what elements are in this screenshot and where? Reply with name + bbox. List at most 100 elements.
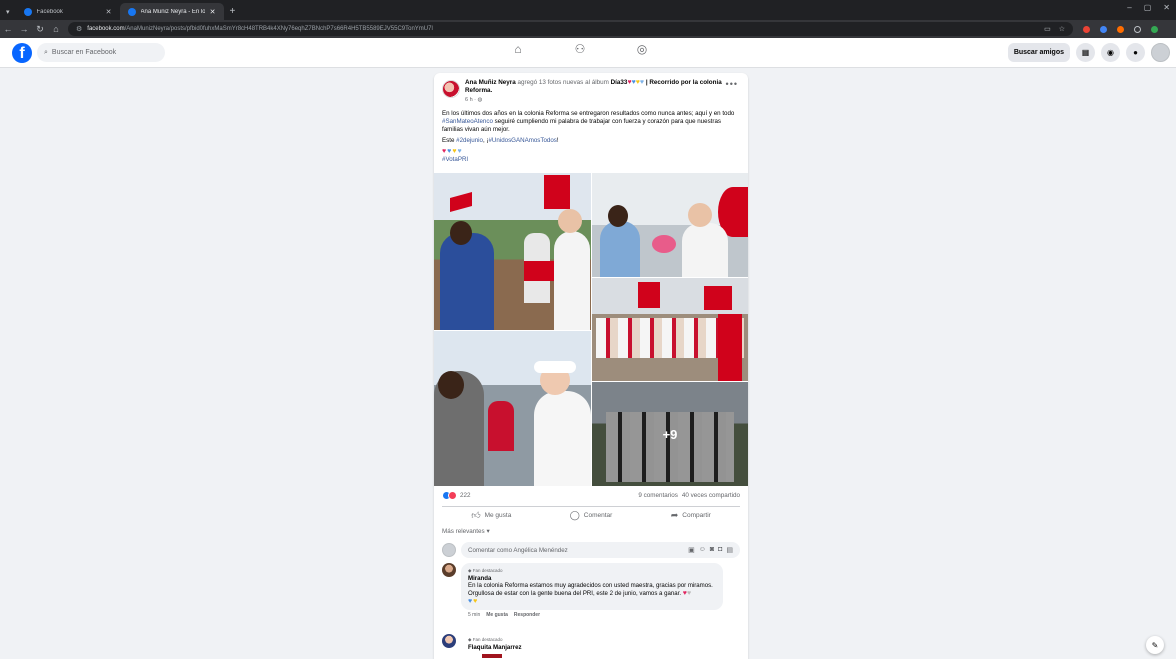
home-icon[interactable]: ⌂ — [48, 24, 64, 34]
extension-icon[interactable] — [1117, 25, 1124, 33]
forward-icon[interactable]: → — [16, 24, 32, 34]
new-message-icon[interactable]: ✎ — [1146, 636, 1164, 654]
maximize-icon[interactable]: ▢ — [1144, 3, 1152, 12]
tab-search-icon[interactable]: ▾ — [0, 8, 16, 20]
comment-item: ◆ Fan destacado Flaquita Manjarrez — [442, 634, 740, 659]
top-fan-badge: Fan destacado — [472, 637, 503, 642]
love-reaction-icon — [448, 491, 457, 500]
new-tab-button[interactable]: + — [224, 6, 242, 20]
groups-nav-icon[interactable]: ◎ — [634, 42, 650, 62]
hashtag-link[interactable]: #UnidosGANAmosTodos — [488, 137, 556, 144]
comments-count[interactable]: 9 comentarios — [638, 492, 678, 499]
more-photos-overlay[interactable]: +9 — [592, 382, 748, 486]
browser-toolbar: ← → ↻ ⌂ ⚙ facebook.com /AnaMunizNeyra/po… — [0, 20, 1176, 38]
hashtag-link[interactable]: #SanMateoAtenco — [442, 118, 493, 125]
facebook-favicon-icon — [23, 7, 32, 16]
comment-reply-button[interactable]: Responder — [514, 612, 540, 618]
post-text: Este — [442, 137, 455, 144]
heart-red-icon: ♥ — [442, 148, 447, 155]
post-time[interactable]: 6 h · — [465, 97, 476, 103]
bookmark-star-icon[interactable]: ☆ — [1059, 25, 1065, 33]
commenter-avatar[interactable] — [442, 634, 456, 648]
share-arrow-icon: ➦ — [670, 510, 679, 520]
cast-icon[interactable]: ▭ — [1044, 25, 1051, 33]
comment-bubble: ◆ Fan destacado Miranda En la colonia Re… — [461, 563, 723, 610]
camera-icon[interactable]: ◙ — [710, 546, 714, 554]
heart-lightblue-icon: ♥ — [457, 148, 462, 155]
hashtag-link[interactable]: #VotaPRI — [442, 156, 468, 163]
emoji-icon[interactable]: ☺ — [699, 546, 706, 554]
gif-icon[interactable]: ◘ — [718, 546, 722, 554]
url-path: /AnaMunizNeyra/posts/pfbid0fuhxMaSmYr8cH… — [124, 26, 433, 32]
comment-text: Orgullosa de estar con la gente buena de… — [468, 589, 682, 597]
top-fan-badge-icon: ◆ — [468, 568, 472, 573]
search-input[interactable]: ⌕ Buscar en Facebook — [37, 43, 165, 62]
find-friends-button[interactable]: Buscar amigos — [1007, 43, 1070, 62]
photo-2[interactable] — [592, 173, 748, 277]
main-nav: ⌂ ⚇ ◎ — [510, 42, 650, 62]
photo-1[interactable] — [434, 173, 591, 330]
window-controls: – ▢ ✕ — [1127, 3, 1170, 12]
album-name[interactable]: Día33 — [611, 79, 628, 86]
comment-sort-dropdown[interactable]: Más relevantes ▾ — [442, 528, 490, 535]
comment-bubble-icon: ◯ — [569, 510, 580, 520]
notifications-bell-icon[interactable]: ● — [1126, 43, 1145, 62]
menu-grid-icon[interactable]: ▦ — [1076, 43, 1095, 62]
comment-button[interactable]: ◯ Comentar — [570, 510, 613, 521]
account-avatar[interactable] — [1151, 43, 1170, 62]
reactions-icons[interactable] — [442, 491, 457, 500]
reactions-count[interactable]: 222 — [460, 492, 471, 499]
friends-nav-icon[interactable]: ⚇ — [572, 42, 588, 62]
commenter-avatar[interactable] — [442, 563, 456, 577]
sticker-icon[interactable]: ▣ — [688, 546, 695, 554]
extension-icon[interactable] — [1083, 25, 1090, 33]
commenter-name[interactable]: Miranda — [468, 575, 716, 583]
photo-4[interactable] — [434, 331, 591, 486]
comment-image[interactable] — [482, 654, 502, 658]
post-text: En los últimos dos años en la colonia Re… — [442, 110, 735, 117]
avatar-sticker-icon[interactable]: ▤ — [726, 546, 733, 554]
shares-count[interactable]: 40 veces compartido — [682, 492, 740, 499]
messenger-icon[interactable]: ◉ — [1101, 43, 1120, 62]
post-card: Ana Muñiz Neyra agregó 13 fotos nuevas a… — [434, 73, 748, 659]
comment-time[interactable]: 5 min — [468, 612, 480, 618]
extensions — [1083, 25, 1158, 33]
puzzle-icon[interactable] — [1134, 25, 1141, 33]
extension-icon[interactable] — [1100, 25, 1107, 33]
commenter-name[interactable]: Flaquita Manjarrez — [468, 644, 716, 652]
close-tab-icon[interactable]: ✕ — [210, 8, 216, 16]
site-info-icon[interactable]: ⚙ — [76, 25, 82, 33]
url-host: facebook.com — [87, 26, 125, 32]
facebook-favicon-icon — [127, 7, 136, 16]
thumbs-up-icon: 👍︎ — [471, 510, 481, 520]
tab-post[interactable]: Ana Muñiz Neyra - En los últim... ✕ — [119, 3, 224, 20]
header-right: Buscar amigos ▦ ◉ ● — [1007, 43, 1170, 62]
reload-icon[interactable]: ↻ — [32, 24, 48, 35]
heart-yellow-icon: ♥ — [473, 597, 478, 605]
comment-like-button[interactable]: Me gusta — [486, 612, 508, 618]
author-avatar[interactable] — [442, 80, 460, 98]
facebook-header: f ⌕ Buscar en Facebook ⌂ ⚇ ◎ Buscar amig… — [0, 38, 1176, 68]
minimize-icon[interactable]: – — [1127, 3, 1131, 12]
like-button[interactable]: 👍︎ Me gusta — [471, 510, 511, 521]
address-bar[interactable]: ⚙ facebook.com /AnaMunizNeyra/posts/pfbi… — [68, 22, 1073, 36]
author-name[interactable]: Ana Muñiz Neyra — [465, 79, 516, 86]
more-options-icon[interactable]: ••• — [726, 79, 738, 89]
photo-3[interactable] — [592, 278, 748, 381]
comment-input[interactable]: Comentar como Angélica Menéndez ▣ ☺ ◙ ◘ … — [461, 542, 740, 558]
share-button[interactable]: ➦ Compartir — [671, 510, 711, 521]
comment-composer: Comentar como Angélica Menéndez ▣ ☺ ◙ ◘ … — [442, 542, 740, 558]
photo-5[interactable]: +9 — [592, 382, 748, 486]
profile-icon[interactable] — [1151, 25, 1158, 33]
facebook-logo-icon[interactable]: f — [12, 42, 32, 63]
close-window-icon[interactable]: ✕ — [1163, 3, 1170, 12]
back-icon[interactable]: ← — [0, 24, 16, 34]
close-tab-icon[interactable]: ✕ — [106, 8, 112, 16]
photo-gallery: +9 — [434, 173, 748, 486]
home-nav-icon[interactable]: ⌂ — [510, 42, 526, 62]
top-fan-badge-icon: ◆ — [468, 637, 472, 642]
tab-facebook[interactable]: Facebook ✕ — [16, 3, 120, 20]
browser-tabbar: ▾ Facebook ✕ Ana Muñiz Neyra - En los úl… — [0, 0, 1176, 20]
post-body: En los últimos dos años en la colonia Re… — [434, 104, 748, 164]
hashtag-link[interactable]: #2dejunio — [456, 137, 483, 144]
